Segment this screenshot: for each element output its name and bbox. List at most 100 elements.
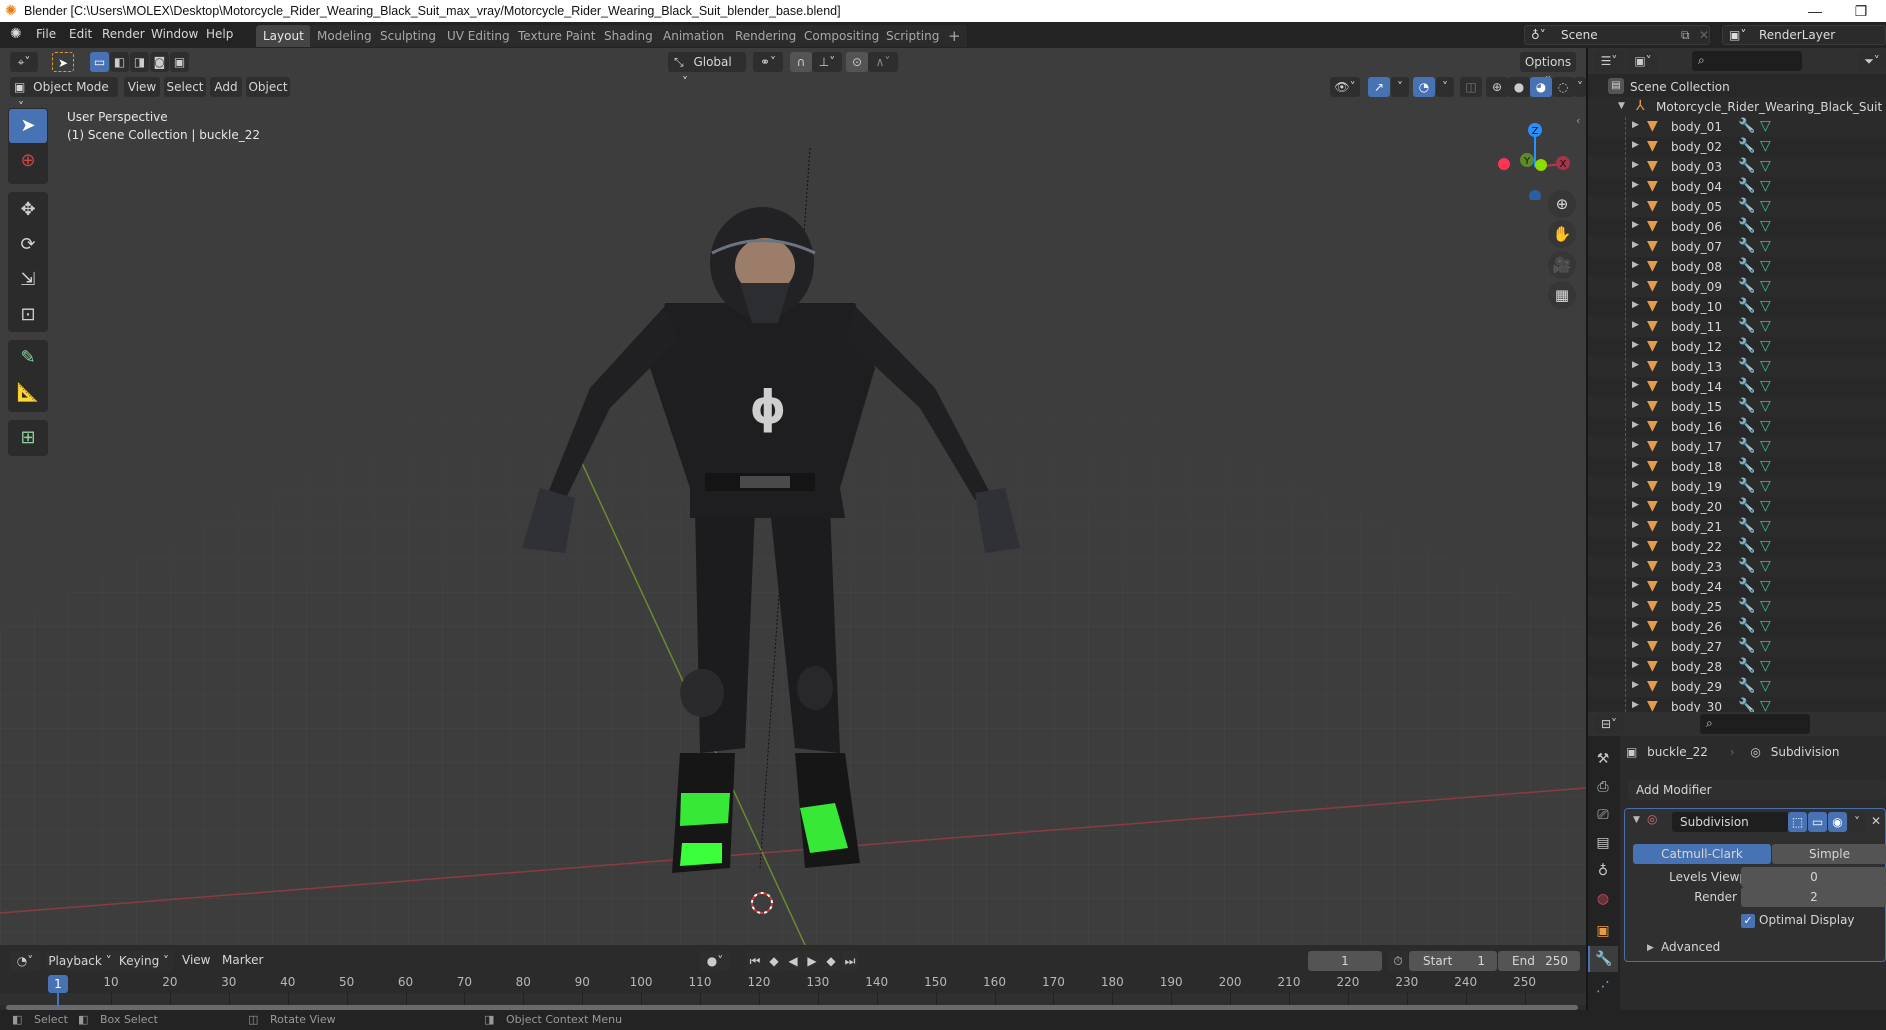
mesh-data-icon[interactable]: ▽: [1760, 198, 1771, 214]
tab-view-layer-icon[interactable]: ▤: [1588, 830, 1618, 856]
select-invert-icon[interactable]: ◙: [150, 52, 169, 72]
optimal-display-checkbox[interactable]: ✓: [1741, 914, 1755, 928]
mesh-data-icon[interactable]: ▽: [1760, 558, 1771, 574]
gizmo-neg-x-icon[interactable]: [1498, 158, 1510, 170]
outliner-item[interactable]: ▶ ▼ body_15 🔧 ▽: [1588, 397, 1886, 417]
mesh-data-icon[interactable]: ▽: [1760, 178, 1771, 194]
xray-toggle[interactable]: ◫: [1460, 77, 1482, 97]
minimize-button[interactable]: —: [1792, 1, 1838, 21]
tab-tool-icon[interactable]: ⚒: [1588, 746, 1618, 772]
remove-modifier-icon[interactable]: ✕: [1871, 814, 1881, 828]
timeline-menu-view[interactable]: View: [182, 953, 210, 967]
expand-arrow-icon[interactable]: ▶: [1632, 640, 1639, 650]
mesh-data-icon[interactable]: ▽: [1760, 238, 1771, 254]
tool-annotate[interactable]: ✎: [9, 341, 47, 375]
menu-render[interactable]: Render: [102, 27, 145, 41]
tab-modeling[interactable]: Modeling: [310, 25, 379, 47]
shading-rendered[interactable]: ◌: [1552, 77, 1574, 97]
end-frame-field[interactable]: End 250: [1498, 951, 1580, 971]
expand-arrow-icon[interactable]: ▶: [1632, 320, 1639, 330]
timeline-editor-type-icon[interactable]: ◔˅: [10, 951, 40, 971]
tab-sculpting[interactable]: Sculpting: [373, 25, 444, 47]
visibility-dropdown[interactable]: 👁˅: [1330, 77, 1360, 97]
outliner-search-input[interactable]: ⌕: [1692, 51, 1802, 71]
select-extend-icon[interactable]: ◧: [110, 52, 129, 72]
outliner-item[interactable]: ▶ ▼ body_23 🔧 ▽: [1588, 557, 1886, 577]
modifier-wrench-icon[interactable]: 🔧: [1738, 238, 1755, 254]
mesh-data-icon[interactable]: ▽: [1760, 618, 1771, 634]
viewport-menu-view[interactable]: View: [124, 77, 160, 97]
expand-arrow-icon[interactable]: ▶: [1632, 420, 1639, 430]
viewport-menu-add[interactable]: Add: [210, 77, 242, 97]
expand-arrow-icon[interactable]: ▶: [1632, 520, 1639, 530]
zoom-view-icon[interactable]: ⊕: [1548, 190, 1576, 218]
properties-editor-type-dropdown[interactable]: ⊟˅: [1594, 714, 1624, 734]
tab-output-icon[interactable]: ⎚: [1588, 802, 1618, 828]
outliner-item[interactable]: ▶ ▼ body_20 🔧 ▽: [1588, 497, 1886, 517]
mesh-data-icon[interactable]: ▽: [1760, 438, 1771, 454]
tab-animation[interactable]: Animation: [656, 25, 732, 47]
display-mode-dropdown[interactable]: ☰˅: [1594, 51, 1624, 71]
select-new-icon[interactable]: ▭: [90, 52, 109, 72]
viewport-menu-object[interactable]: Object: [246, 77, 290, 97]
simple-option[interactable]: Simple: [1772, 844, 1886, 864]
mesh-data-icon[interactable]: ▽: [1760, 118, 1771, 134]
modifier-wrench-icon[interactable]: 🔧: [1738, 518, 1755, 534]
snap-toggle[interactable]: ∩: [790, 52, 812, 72]
mesh-data-icon[interactable]: ▽: [1760, 478, 1771, 494]
outliner-item[interactable]: ▶ ▼ body_04 🔧 ▽: [1588, 177, 1886, 197]
snap-target-dropdown[interactable]: ⊥˅: [812, 52, 842, 72]
tab-render-icon[interactable]: ⎙: [1588, 774, 1618, 800]
outliner-item[interactable]: ▶ ▼ body_06 🔧 ▽: [1588, 217, 1886, 237]
outliner-item[interactable]: ▶ ▼ body_30 🔧 ▽: [1588, 697, 1886, 712]
outliner-item[interactable]: ▶ ▼ body_03 🔧 ▽: [1588, 157, 1886, 177]
tab-layout[interactable]: Layout: [256, 25, 311, 47]
levels-viewport-field[interactable]: 0: [1741, 867, 1886, 887]
properties-search-input[interactable]: ⌕: [1700, 714, 1810, 734]
view-layer-filter-dropdown[interactable]: ▣˅: [1628, 51, 1658, 71]
tool-add-cube[interactable]: ⊞: [9, 421, 47, 455]
next-keyframe-icon[interactable]: ◆: [822, 951, 840, 971]
mesh-data-icon[interactable]: ▽: [1760, 158, 1771, 174]
expand-arrow-icon[interactable]: ▶: [1632, 620, 1639, 630]
jump-start-icon[interactable]: ⏮: [746, 951, 764, 971]
realtime-toggle-icon[interactable]: ▭: [1808, 812, 1827, 832]
tab-object-icon[interactable]: ▣: [1588, 918, 1618, 944]
outliner-item[interactable]: ▶ ▼ body_12 🔧 ▽: [1588, 337, 1886, 357]
tool-transform[interactable]: ⊡: [9, 298, 47, 332]
play-reverse-icon[interactable]: ◀: [784, 951, 802, 971]
playhead-line[interactable]: [57, 993, 59, 1010]
modifier-wrench-icon[interactable]: 🔧: [1738, 538, 1755, 554]
outliner-item[interactable]: ▶ ▼ body_11 🔧 ▽: [1588, 317, 1886, 337]
tab-scene-icon[interactable]: ♁: [1588, 858, 1618, 884]
tool-cursor[interactable]: ⊕: [9, 144, 47, 178]
modifier-wrench-icon[interactable]: 🔧: [1738, 358, 1755, 374]
outliner-item[interactable]: ▶ ▼ body_05 🔧 ▽: [1588, 197, 1886, 217]
modifier-wrench-icon[interactable]: 🔧: [1738, 258, 1755, 274]
mesh-data-icon[interactable]: ▽: [1760, 378, 1771, 394]
modifier-wrench-icon[interactable]: 🔧: [1738, 498, 1755, 514]
expand-arrow-icon[interactable]: ▶: [1632, 400, 1639, 410]
render-toggle-icon[interactable]: ◉: [1828, 812, 1847, 832]
outliner-item[interactable]: ▶ ▼ body_19 🔧 ▽: [1588, 477, 1886, 497]
camera-view-icon[interactable]: 🎥: [1548, 251, 1576, 279]
expand-arrow-icon[interactable]: ▶: [1632, 160, 1639, 170]
tool-select-box[interactable]: ➤: [9, 109, 47, 143]
mesh-data-icon[interactable]: ▽: [1760, 658, 1771, 674]
tab-shading[interactable]: Shading: [597, 25, 660, 47]
render-levels-field[interactable]: 2: [1741, 887, 1886, 907]
modifier-wrench-icon[interactable]: 🔧: [1738, 658, 1755, 674]
expand-arrow-icon[interactable]: ▶: [1632, 260, 1639, 270]
select-tool-icon[interactable]: ➤: [52, 52, 74, 72]
outliner-item[interactable]: ▶ ▼ body_07 🔧 ▽: [1588, 237, 1886, 257]
expand-arrow-icon[interactable]: ▶: [1632, 360, 1639, 370]
expand-arrow-icon[interactable]: ▶: [1632, 580, 1639, 590]
expand-arrow-icon[interactable]: ▶: [1632, 340, 1639, 350]
mesh-data-icon[interactable]: ▽: [1760, 518, 1771, 534]
expand-arrow-icon[interactable]: ▶: [1632, 540, 1639, 550]
modifier-wrench-icon[interactable]: 🔧: [1738, 158, 1755, 174]
sidebar-toggle-icon[interactable]: ‹: [1576, 114, 1580, 127]
current-frame-field[interactable]: 1: [1308, 951, 1382, 971]
tab-particles-icon[interactable]: ⋰: [1588, 974, 1618, 1000]
mesh-data-icon[interactable]: ▽: [1760, 138, 1771, 154]
